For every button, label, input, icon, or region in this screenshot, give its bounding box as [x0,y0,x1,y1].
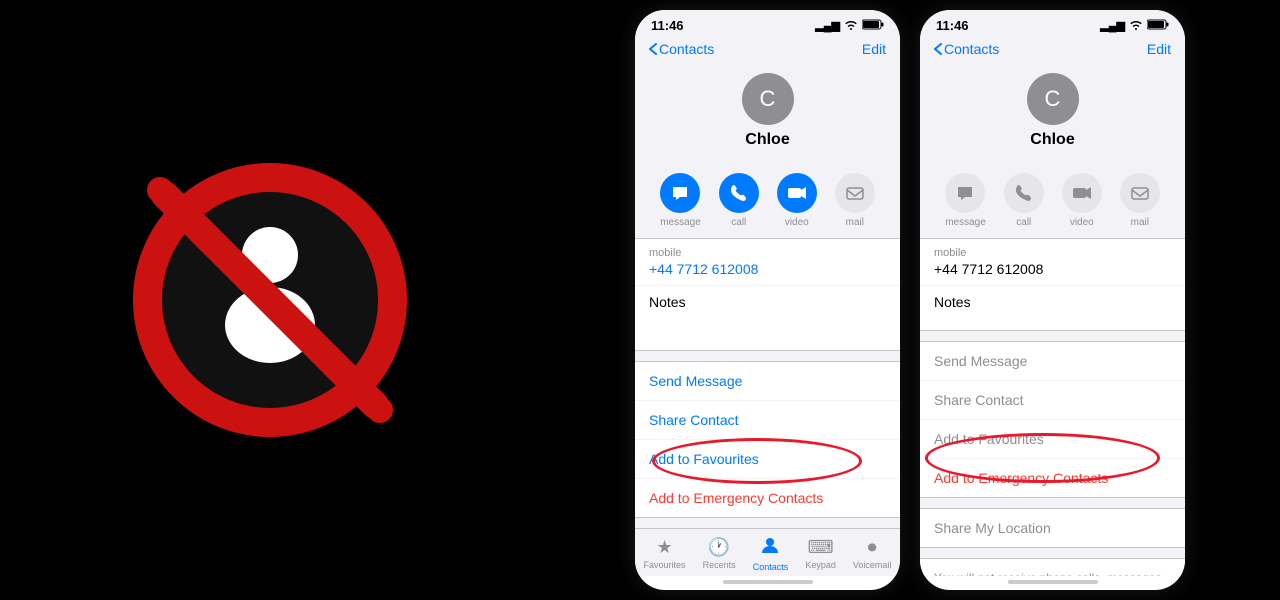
phone1-back-button[interactable]: Contacts [649,41,714,57]
p2-mail-label: mail [1131,217,1149,228]
tab-keypad[interactable]: ⌨ Keypad [805,537,836,570]
phone2-notes: Notes [920,286,1185,330]
contacts-icon [760,535,780,560]
tab-recents[interactable]: 🕐 Recents [703,537,736,570]
phone1-mobile-row: mobile +44 7712 612008 [635,239,900,286]
phone1-nav-bar: Contacts Edit [635,37,900,63]
phone2-action-buttons: message call video [920,163,1185,238]
mobile-number[interactable]: +44 7712 612008 [649,261,886,277]
no-entry-icon [130,160,410,440]
share-contact-item[interactable]: Share Contact [635,401,900,440]
phone2-home-indicator [1008,580,1098,584]
contacts-label: Contacts [753,562,789,572]
p2-mobile-number: +44 7712 612008 [934,261,1171,277]
phone2-mobile-section: mobile +44 7712 612008 Notes [920,238,1185,331]
p2-share-contact-item: Share Contact [920,381,1185,420]
phone1-status-bar: 11:46 ▂▄▆ [635,10,900,37]
send-message-item[interactable]: Send Message [635,362,900,401]
video-icon [777,173,817,213]
voicemail-icon: ⏺ [868,537,877,558]
phone2-back-button[interactable]: Contacts [934,41,999,57]
phone1-edit-button[interactable]: Edit [862,41,886,57]
phone1-avatar: C [742,73,794,125]
home-indicator [723,580,813,584]
phones-container: 11:46 ▂▄▆ Contacts Edit [540,0,1280,600]
phone2-status-bar: 11:46 ▂▄▆ [920,10,1185,37]
phone1-contact-header: C Chloe [635,63,900,163]
left-panel [0,0,540,600]
p2-mail-button: mail [1120,173,1160,228]
mail-label: mail [846,217,864,228]
phone1-status-icons: ▂▄▆ [815,19,884,33]
p2-message-label: message [945,217,986,228]
phone1-notes: Notes [635,286,900,350]
recents-label: Recents [703,560,736,570]
mobile-label: mobile [649,247,886,259]
p2-call-icon [1004,173,1044,213]
phone1-scroll: mobile +44 7712 612008 Notes Send Messag… [635,238,900,528]
keypad-label: Keypad [805,560,836,570]
favourites-icon: ★ [656,537,672,558]
battery-icon2 [1147,19,1169,33]
mail-icon [835,173,875,213]
phone2-time: 11:46 [936,18,969,33]
p2-message-icon [945,173,985,213]
p2-message-button: message [945,173,986,228]
phone2-status-icons: ▂▄▆ [1100,19,1169,33]
p2-mobile-label: mobile [934,247,1171,259]
p2-share-location-item: Share My Location [920,509,1185,547]
block-contact-highlight [925,433,1160,483]
phone2-wrapper: 11:46 ▂▄▆ Contacts Edit [910,10,1195,590]
phone2-screen: 11:46 ▂▄▆ Contacts Edit [920,10,1185,590]
tab-favourites[interactable]: ★ Favourites [644,537,686,570]
phone2-mobile-row: mobile +44 7712 612008 [920,239,1185,286]
phone2-location-section: Share My Location [920,508,1185,548]
phone2-scroll: mobile +44 7712 612008 Notes Send Messag… [920,238,1185,576]
wifi-icon2 [1129,19,1143,33]
video-button[interactable]: video [777,173,817,228]
phone2-nav-bar: Contacts Edit [920,37,1185,63]
voicemail-label: Voicemail [853,560,892,570]
p2-mail-icon [1120,173,1160,213]
block-caller-highlight [652,438,862,484]
p2-video-icon [1062,173,1102,213]
phone2-contact-header: C Chloe [920,63,1185,163]
call-button[interactable]: call [719,173,759,228]
block-confirm-message: You will not receive phone calls, messag… [920,558,1185,576]
phone2-avatar: C [1027,73,1079,125]
signal-icon2: ▂▄▆ [1100,19,1125,32]
video-label: video [785,217,809,228]
p2-video-label: video [1070,217,1094,228]
phone2-edit-button[interactable]: Edit [1147,41,1171,57]
phone1-tab-bar: ★ Favourites 🕐 Recents Contacts ⌨ Keypad [635,528,900,576]
tab-voicemail[interactable]: ⏺ Voicemail [853,537,892,570]
call-label: call [731,217,746,228]
phone2-contact-name: Chloe [1030,131,1074,149]
p2-call-label: call [1016,217,1031,228]
message-button[interactable]: message [660,173,701,228]
p2-call-button: call [1004,173,1044,228]
p2-video-button: video [1062,173,1102,228]
call-icon [719,173,759,213]
add-emergency-item[interactable]: Add to Emergency Contacts [635,479,900,517]
message-icon [660,173,700,213]
p2-send-message-item: Send Message [920,342,1185,381]
phone1-mobile-section: mobile +44 7712 612008 Notes [635,238,900,351]
tab-contacts[interactable]: Contacts [753,535,789,572]
phone1-wrapper: 11:46 ▂▄▆ Contacts Edit [625,10,910,590]
message-label: message [660,217,701,228]
phone1-screen: 11:46 ▂▄▆ Contacts Edit [635,10,900,590]
keypad-icon: ⌨ [808,537,834,558]
mail-button[interactable]: mail [835,173,875,228]
battery-icon [862,19,884,33]
wifi-icon [844,19,858,33]
signal-icon: ▂▄▆ [815,19,840,32]
favourites-label: Favourites [644,560,686,570]
phone1-contact-name: Chloe [745,131,789,149]
recents-icon: 🕐 [708,537,730,558]
phone1-time: 11:46 [651,18,684,33]
phone1-action-buttons: message call video [635,163,900,238]
